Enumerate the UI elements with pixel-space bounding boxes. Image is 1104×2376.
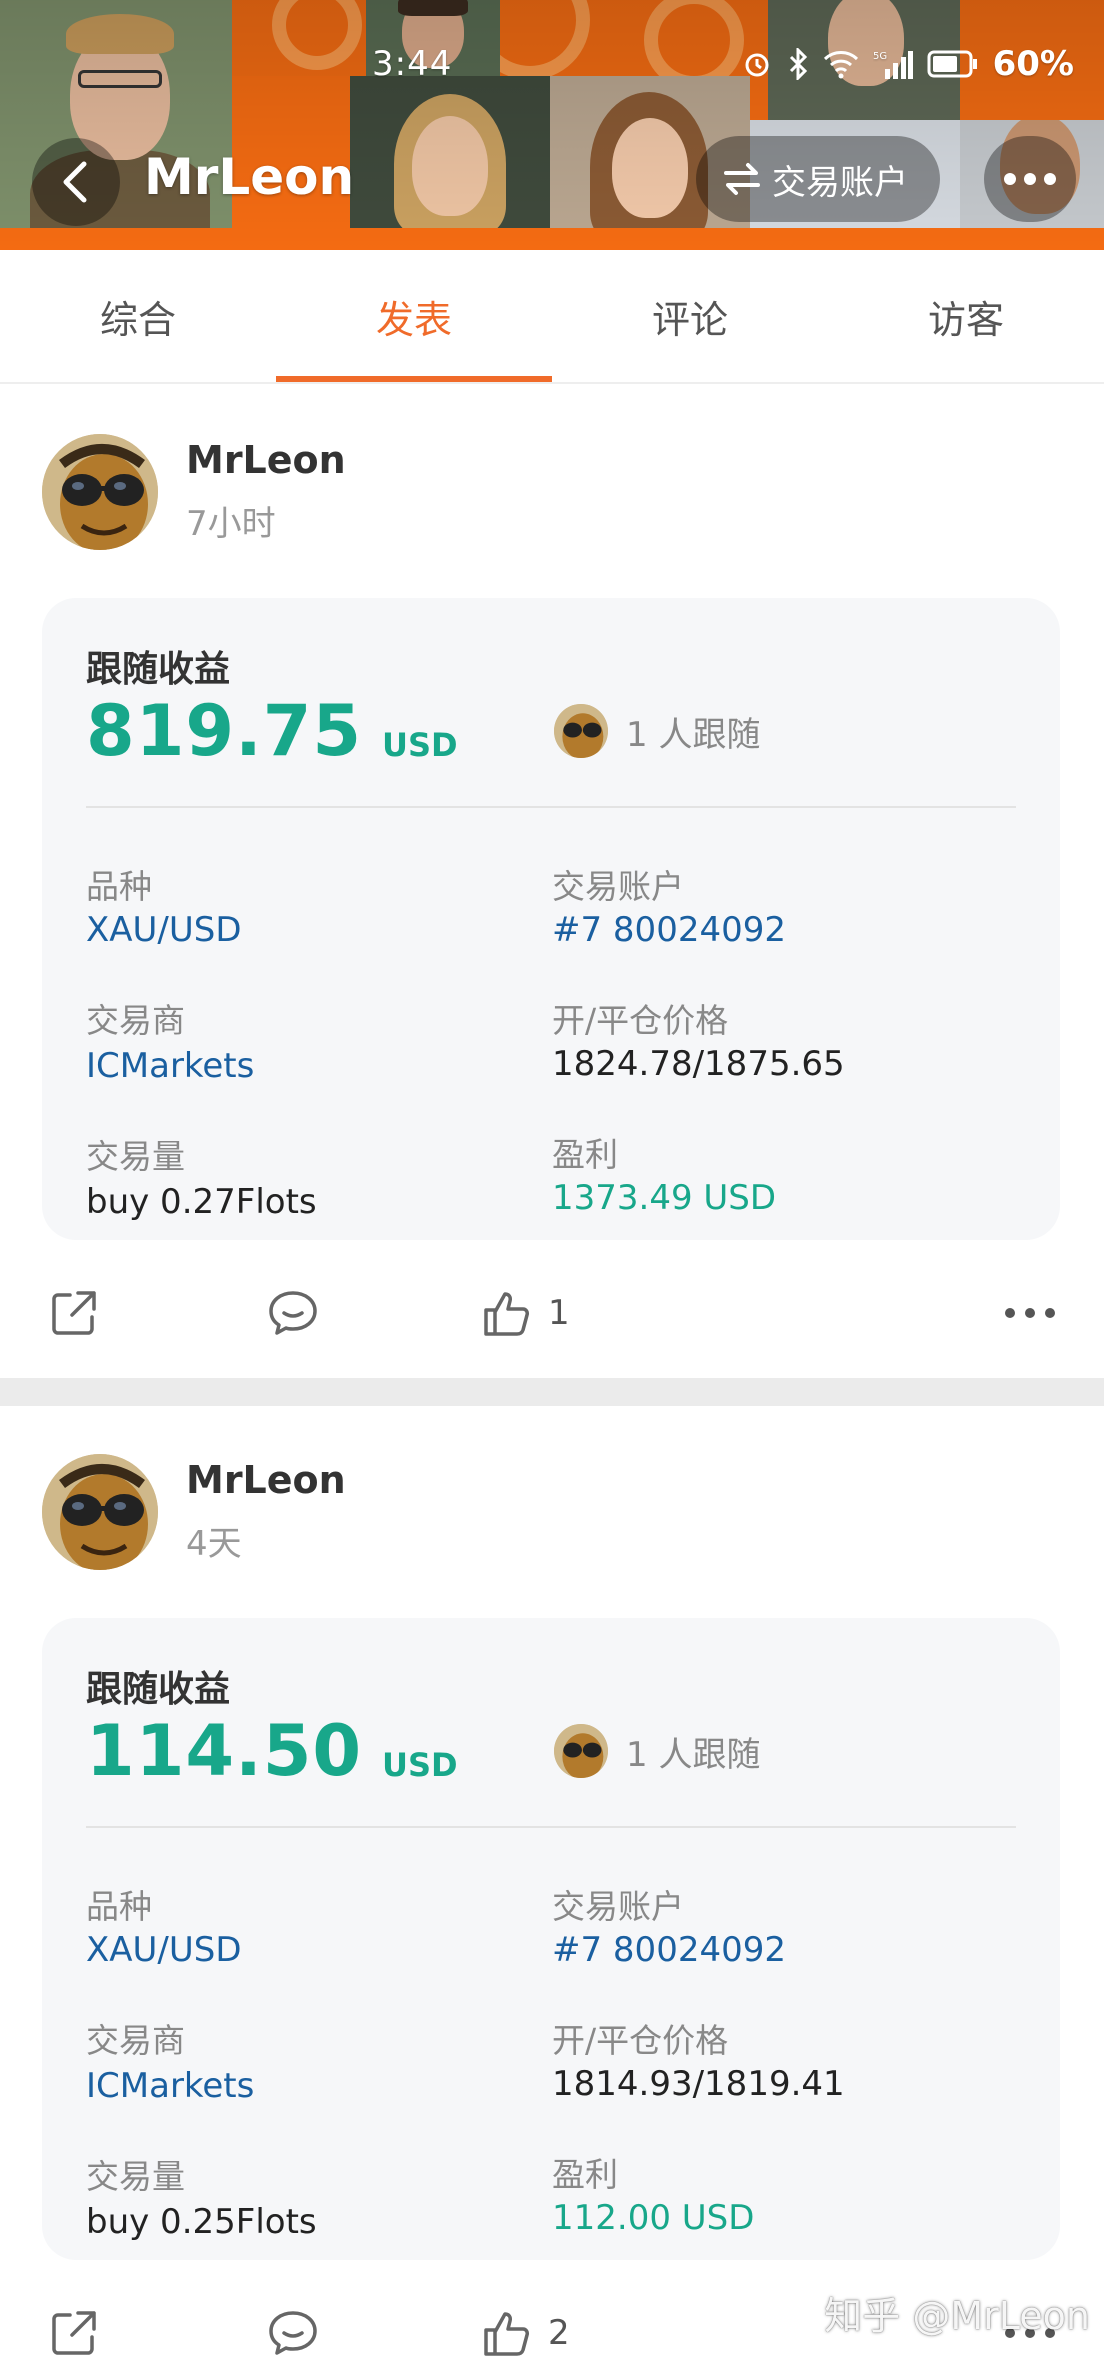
thumbs-up-icon (484, 1292, 529, 1336)
price-label: 开/平仓价格 (552, 1001, 729, 1040)
post-actions: 1 (0, 1268, 1104, 1358)
volume-value: buy 0.27Flots (86, 1182, 317, 1222)
comment-icon (269, 2311, 317, 2355)
profit-label: 盈利 (552, 1135, 618, 1174)
tab-overview[interactable]: 综合 (0, 250, 276, 382)
like-count: 1 (548, 1293, 570, 1333)
comment-button[interactable] (266, 2288, 320, 2376)
card-title: 跟随收益 (86, 1669, 231, 1710)
more-horizontal-icon (1005, 1308, 1055, 1318)
follow-profit-amount: 819.75 (86, 690, 363, 772)
switch-account-button[interactable]: 交易账户 (696, 136, 940, 222)
account-label: 交易账户 (552, 1887, 684, 1926)
tab-visitors[interactable]: 访客 (828, 250, 1104, 382)
price-label: 开/平仓价格 (552, 2021, 729, 2060)
bluetooth-icon (789, 48, 807, 80)
symbol-label: 品种 (86, 867, 152, 906)
follow-profit-amount: 114.50 (86, 1710, 363, 1792)
symbol-value[interactable]: XAU/USD (86, 910, 242, 950)
signal-5g-icon: 5G (873, 51, 913, 79)
post-time: 7小时 (186, 504, 276, 544)
follow-profit-unit: USD (382, 726, 458, 764)
swap-arrows-icon (724, 163, 760, 195)
more-dot (1044, 173, 1056, 185)
post-divider (0, 1378, 1104, 1406)
account-value[interactable]: #7 80024092 (552, 1930, 786, 1970)
share-button[interactable] (48, 2288, 100, 2376)
profile-header: 3:44 5G 60% MrLeon 交易账户 (0, 0, 1104, 250)
broker-label: 交易商 (86, 1001, 185, 1040)
svg-text:5G: 5G (873, 51, 887, 62)
wifi-icon (823, 51, 858, 79)
post-more-button[interactable] (1004, 1268, 1056, 1358)
broker-value[interactable]: ICMarkets (86, 2066, 254, 2106)
post-author[interactable]: MrLeon (186, 1458, 346, 1502)
volume-value: buy 0.25Flots (86, 2202, 317, 2242)
like-button[interactable]: 1 (480, 1268, 570, 1358)
volume-label: 交易量 (86, 1137, 185, 1176)
trade-card[interactable]: 跟随收益 819.75 USD 1 人跟随 品种 XAU/USD 交易账户 #7… (42, 598, 1060, 1240)
broker-value[interactable]: ICMarkets (86, 1046, 254, 1086)
follower-count[interactable]: 1 人跟随 (554, 1724, 760, 1778)
watermark: 知乎 @MrLeon (824, 2294, 1090, 2338)
symbol-value[interactable]: XAU/USD (86, 1930, 242, 1970)
card-title: 跟随收益 (86, 649, 231, 690)
switch-account-label: 交易账户 (772, 162, 908, 203)
status-time: 3:44 (372, 44, 453, 84)
like-count: 2 (548, 2313, 570, 2353)
account-label: 交易账户 (552, 867, 684, 906)
follower-count-label: 1 人跟随 (626, 1734, 761, 1775)
chevron-left-icon (63, 161, 87, 203)
post-time: 4天 (186, 1524, 242, 1564)
follower-avatar (554, 704, 608, 758)
feed-post: MrLeon 4天 跟随收益 114.50 USD 1 人跟随 品种 XAU/U… (0, 1406, 1104, 2376)
card-divider (86, 1826, 1016, 1828)
symbol-label: 品种 (86, 1887, 152, 1926)
share-icon (52, 2311, 96, 2355)
comment-button[interactable] (266, 1268, 320, 1358)
more-dot (1024, 173, 1036, 185)
battery-saver-icon (927, 50, 977, 78)
tab-comments[interactable]: 评论 (552, 250, 828, 382)
back-button[interactable] (32, 138, 120, 226)
alarm-icon (745, 53, 769, 77)
broker-label: 交易商 (86, 2021, 185, 2060)
more-dot (1004, 173, 1016, 185)
post-author[interactable]: MrLeon (186, 438, 346, 482)
comment-icon (269, 1291, 317, 1335)
trade-card[interactable]: 跟随收益 114.50 USD 1 人跟随 品种 XAU/USD 交易账户 #7… (42, 1618, 1060, 2260)
share-button[interactable] (48, 1268, 100, 1358)
price-value: 1824.78/1875.65 (552, 1044, 845, 1084)
like-button[interactable]: 2 (480, 2288, 570, 2376)
tab-posts[interactable]: 发表 (276, 250, 552, 382)
card-divider (86, 806, 1016, 808)
follower-count[interactable]: 1 人跟随 (554, 704, 760, 758)
avatar[interactable] (42, 434, 158, 550)
profit-label: 盈利 (552, 2155, 618, 2194)
volume-label: 交易量 (86, 2157, 185, 2196)
account-value[interactable]: #7 80024092 (552, 910, 786, 950)
profit-value: 1373.49 USD (552, 1178, 777, 1218)
status-icons: 5G 60% (741, 44, 1074, 84)
thumbs-up-icon (484, 2312, 529, 2356)
avatar[interactable] (42, 1454, 158, 1570)
follower-avatar (554, 1724, 608, 1778)
feed-post: MrLeon 7小时 跟随收益 819.75 USD 1 人跟随 品种 XAU/… (0, 386, 1104, 1378)
profit-value: 112.00 USD (552, 2198, 755, 2238)
profile-title: MrLeon (144, 148, 355, 206)
profile-tabs: 综合 发表 评论 访客 (0, 250, 1104, 384)
follower-count-label: 1 人跟随 (626, 714, 761, 755)
share-icon (52, 1291, 96, 1335)
more-options-button[interactable] (984, 136, 1076, 222)
price-value: 1814.93/1819.41 (552, 2064, 845, 2104)
follow-profit-unit: USD (382, 1746, 458, 1784)
battery-level: 60% (992, 44, 1074, 84)
